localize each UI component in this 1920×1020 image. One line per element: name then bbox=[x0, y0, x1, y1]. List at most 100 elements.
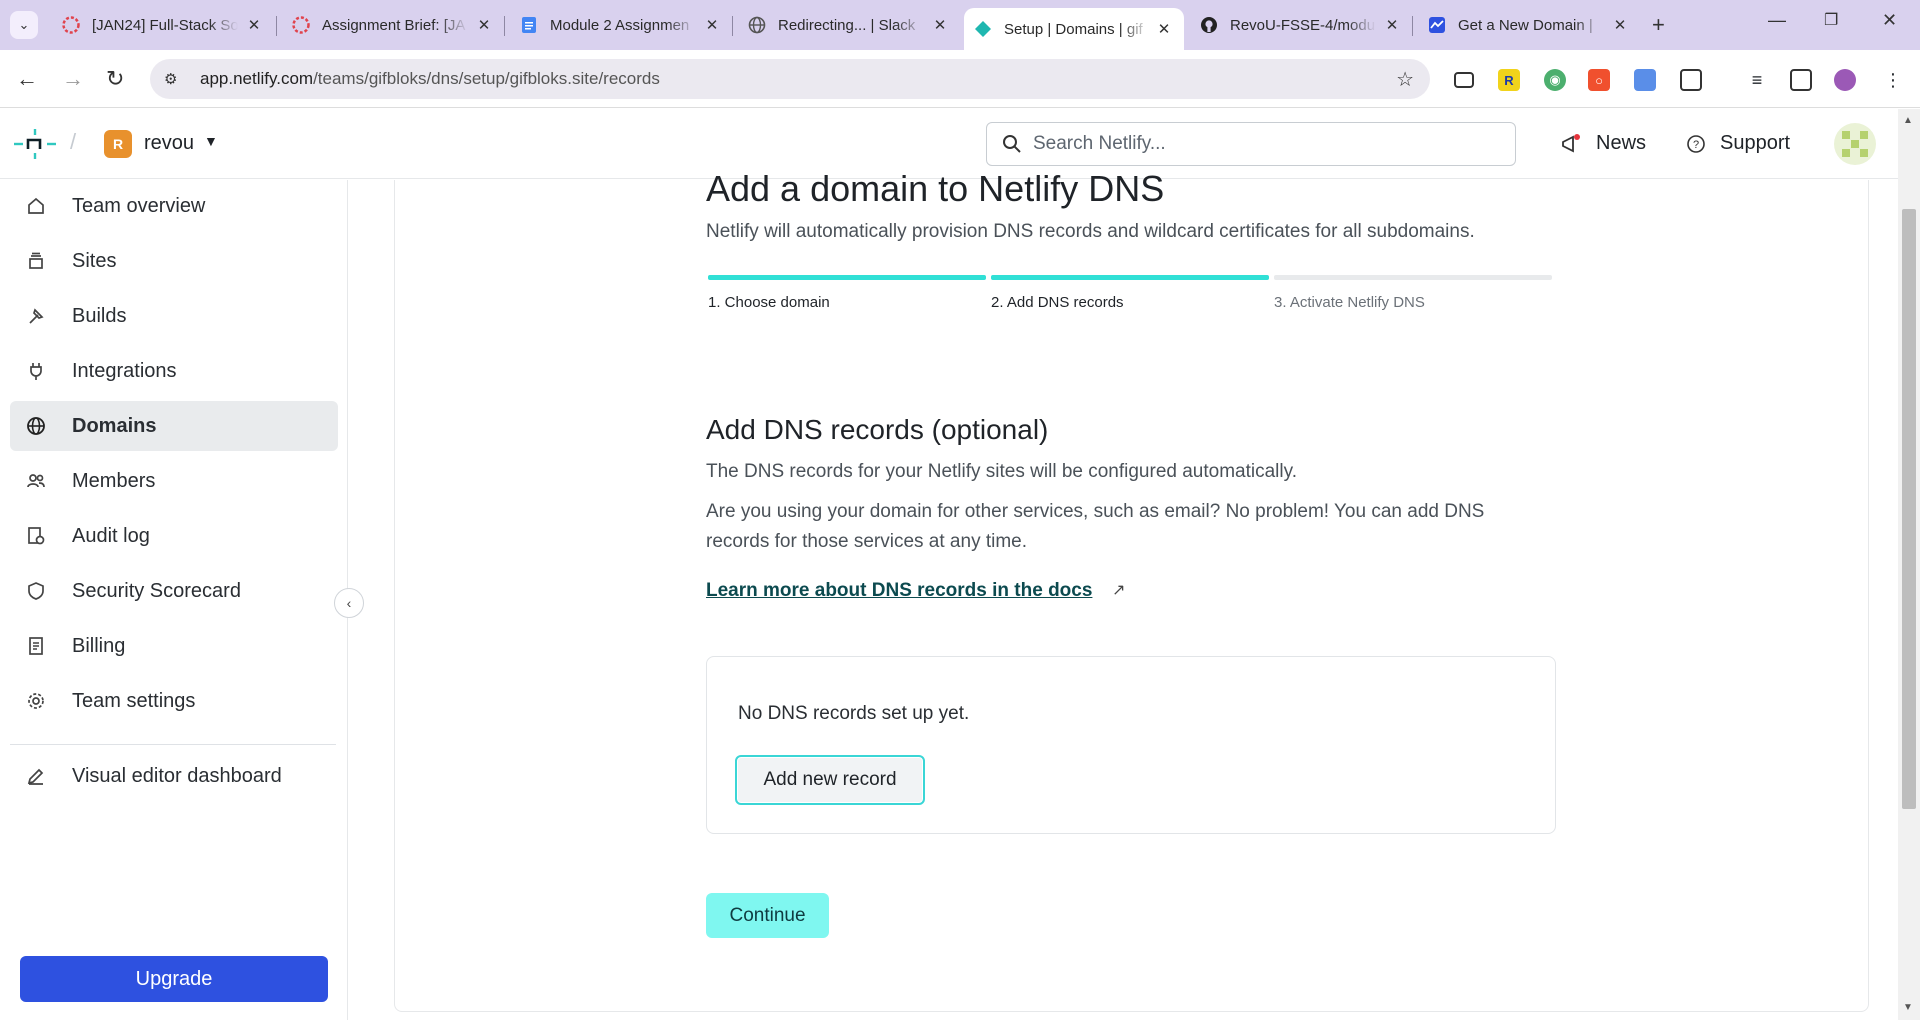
sidebar-item-members[interactable]: Members bbox=[10, 456, 338, 506]
github-icon bbox=[1200, 16, 1218, 34]
sidebar-item-audit-log[interactable]: Audit log bbox=[10, 511, 338, 561]
sidebar-item-domains[interactable]: Domains bbox=[10, 401, 338, 451]
chevron-down-icon[interactable]: ▼ bbox=[204, 133, 218, 149]
sidebar-item-team-settings[interactable]: Team settings bbox=[10, 676, 338, 726]
close-icon[interactable]: ✕ bbox=[244, 16, 264, 34]
step-label-1: 1. Choose domain bbox=[708, 294, 830, 311]
megaphone-icon bbox=[1562, 133, 1580, 152]
section-title: Add DNS records (optional) bbox=[706, 414, 1049, 445]
news-button[interactable]: News bbox=[1560, 132, 1646, 155]
netlify-icon bbox=[1428, 16, 1446, 34]
globe-icon bbox=[25, 415, 47, 437]
scroll-thumb[interactable] bbox=[1902, 209, 1916, 809]
picture-in-picture-icon[interactable] bbox=[1454, 72, 1474, 88]
extension-robot-icon[interactable]: ◉ bbox=[1544, 69, 1566, 91]
extension-icon[interactable]: R bbox=[1498, 69, 1520, 91]
revou-icon bbox=[62, 16, 80, 34]
close-icon[interactable]: ✕ bbox=[1610, 16, 1630, 34]
team-avatar[interactable]: R bbox=[104, 130, 132, 158]
netlify-logo[interactable] bbox=[14, 129, 56, 159]
browser-tab[interactable]: Assignment Brief: [JA ✕ bbox=[282, 6, 504, 44]
browser-tab-active[interactable]: Setup | Domains | gif ✕ bbox=[964, 8, 1184, 50]
extension-clipboard-icon[interactable] bbox=[1634, 69, 1656, 91]
page-scrollbar[interactable]: ▲ ▼ bbox=[1898, 109, 1920, 1020]
empty-records-message: No DNS records set up yet. bbox=[738, 703, 970, 724]
sidebar-item-security-scorecard[interactable]: Security Scorecard bbox=[10, 566, 338, 616]
plug-icon bbox=[25, 360, 47, 382]
collapse-sidebar-button[interactable]: ‹ bbox=[334, 588, 364, 618]
users-icon bbox=[25, 470, 47, 492]
address-url[interactable]: app.netlify.com/teams/gifbloks/dns/setup… bbox=[200, 69, 660, 89]
search-input[interactable]: Search Netlify... bbox=[986, 122, 1516, 166]
media-control-icon[interactable]: ≡ bbox=[1746, 69, 1768, 91]
gear-icon bbox=[25, 690, 47, 712]
sidebar: Team overview Sites Builds Integrations … bbox=[0, 180, 348, 1020]
sidebar-item-visual-editor[interactable]: Visual editor dashboard bbox=[10, 751, 338, 801]
browser-tab[interactable]: Get a New Domain | ✕ bbox=[1418, 6, 1640, 44]
sidebar-item-sites[interactable]: Sites bbox=[10, 236, 338, 286]
browser-menu-icon[interactable]: ⋮ bbox=[1882, 69, 1904, 91]
step-label-2: 2. Add DNS records bbox=[991, 294, 1124, 311]
hammer-icon bbox=[25, 305, 47, 327]
home-icon bbox=[25, 195, 47, 217]
team-switcher[interactable]: revou bbox=[144, 132, 194, 155]
external-link-icon: ↗ bbox=[1112, 582, 1126, 599]
close-icon[interactable]: ✕ bbox=[1382, 16, 1402, 34]
sidebar-divider bbox=[10, 744, 336, 745]
search-icon bbox=[1003, 135, 1021, 153]
scroll-down-icon[interactable]: ▼ bbox=[1903, 1002, 1913, 1013]
reload-icon[interactable]: ↻ bbox=[106, 66, 124, 92]
browser-tab[interactable]: RevoU-FSSE-4/modu ✕ bbox=[1190, 6, 1412, 44]
page-title: Add a domain to Netlify DNS bbox=[706, 168, 1165, 209]
layers-icon bbox=[25, 250, 47, 272]
step-progress-3 bbox=[1274, 275, 1552, 280]
address-bar[interactable]: ⚙ app.netlify.com/teams/gifbloks/dns/set… bbox=[150, 59, 1430, 99]
revou-icon bbox=[292, 16, 310, 34]
continue-button[interactable]: Continue bbox=[706, 893, 829, 938]
minimize-icon[interactable]: — bbox=[1768, 10, 1786, 31]
site-info-icon[interactable]: ⚙ bbox=[164, 70, 184, 88]
side-panel-icon[interactable] bbox=[1790, 69, 1812, 91]
docs-link[interactable]: Learn more about DNS records in the docs bbox=[706, 580, 1092, 602]
pencil-icon bbox=[25, 765, 47, 787]
close-icon[interactable]: ✕ bbox=[702, 16, 722, 34]
profile-avatar[interactable] bbox=[1834, 69, 1856, 91]
restore-icon[interactable]: ❐ bbox=[1824, 10, 1838, 30]
bookmark-star-icon[interactable]: ☆ bbox=[1396, 67, 1414, 92]
upgrade-button[interactable]: Upgrade bbox=[20, 956, 328, 1002]
scroll-up-icon[interactable]: ▲ bbox=[1903, 115, 1913, 126]
new-tab-button[interactable]: + bbox=[1652, 12, 1665, 38]
sidebar-item-integrations[interactable]: Integrations bbox=[10, 346, 338, 396]
setup-card bbox=[394, 180, 1869, 1012]
add-new-record-button[interactable]: Add new record bbox=[735, 755, 925, 805]
user-avatar[interactable] bbox=[1834, 123, 1876, 165]
sidebar-item-builds[interactable]: Builds bbox=[10, 291, 338, 341]
svg-text:?: ? bbox=[1693, 139, 1699, 151]
netlify-icon bbox=[974, 20, 992, 38]
globe-icon bbox=[748, 16, 766, 34]
help-icon: ? bbox=[1687, 134, 1705, 153]
browser-toolbar: ← → ↻ ⚙ app.netlify.com/teams/gifbloks/d… bbox=[0, 50, 1920, 108]
shield-icon bbox=[25, 580, 47, 602]
close-icon[interactable]: ✕ bbox=[474, 16, 494, 34]
close-window-icon[interactable]: ✕ bbox=[1882, 10, 1897, 31]
audit-icon bbox=[25, 525, 47, 547]
browser-tab[interactable]: Redirecting... | Slack ✕ bbox=[738, 6, 960, 44]
close-icon[interactable]: ✕ bbox=[930, 16, 950, 34]
extension-record-icon[interactable]: ○ bbox=[1588, 69, 1610, 91]
support-button[interactable]: ? Support bbox=[1686, 132, 1790, 155]
step-progress-1 bbox=[708, 275, 986, 280]
back-icon[interactable]: ← bbox=[16, 66, 38, 92]
sidebar-item-billing[interactable]: Billing bbox=[10, 621, 338, 671]
extensions-puzzle-icon[interactable] bbox=[1680, 69, 1702, 91]
sidebar-item-team-overview[interactable]: Team overview bbox=[10, 181, 338, 231]
browser-tab[interactable]: [JAN24] Full-Stack So ✕ bbox=[52, 6, 274, 44]
browser-tab[interactable]: Module 2 Assignmen ✕ bbox=[510, 6, 732, 44]
tab-search-button[interactable]: ⌄ bbox=[10, 11, 38, 39]
step-label-3: 3. Activate Netlify DNS bbox=[1274, 294, 1425, 311]
receipt-icon bbox=[25, 635, 47, 657]
close-icon[interactable]: ✕ bbox=[1154, 20, 1174, 38]
forward-icon[interactable]: → bbox=[62, 66, 84, 92]
page-subtitle: Netlify will automatically provision DNS… bbox=[706, 221, 1475, 242]
browser-tab-bar: ⌄ [JAN24] Full-Stack So ✕ Assignment Bri… bbox=[0, 0, 1920, 50]
